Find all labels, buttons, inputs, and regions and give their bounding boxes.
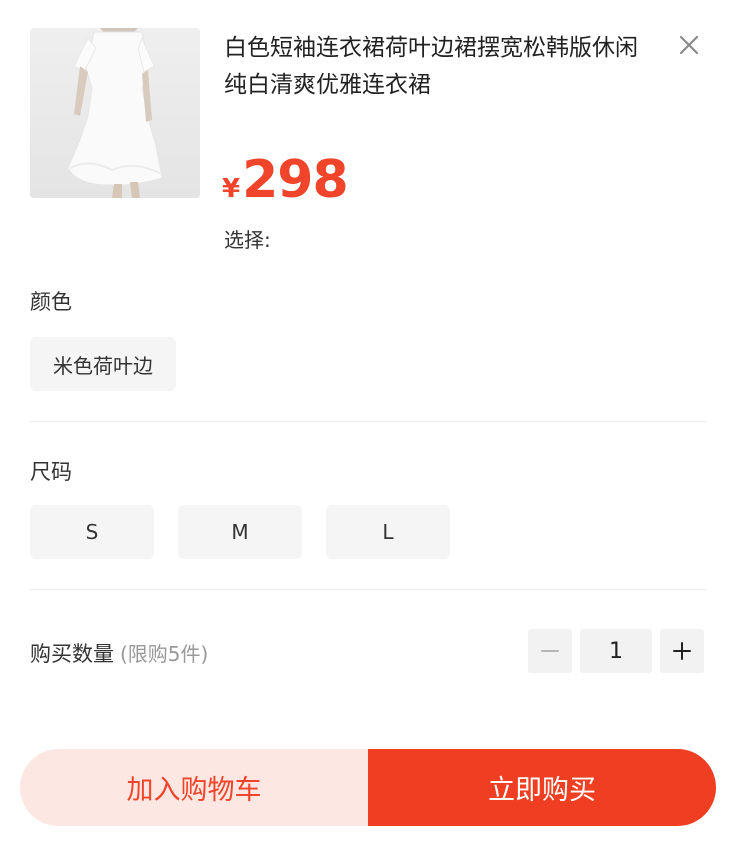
selection-summary: 选择: [224, 228, 271, 252]
close-icon[interactable] [679, 35, 699, 55]
currency-symbol: ¥ [222, 174, 241, 204]
minus-icon[interactable] [539, 640, 561, 662]
product-price: ¥ 298 [222, 150, 349, 210]
divider [30, 421, 706, 422]
decrease-button[interactable] [528, 629, 572, 673]
quantity-label: 购买数量 (限购5件) [30, 638, 208, 668]
divider [30, 589, 706, 590]
quantity-title: 购买数量 [30, 642, 114, 666]
add-to-cart-button[interactable]: 加入购物车 [20, 749, 368, 826]
product-title: 白色短袖连衣裙荷叶边裙摆宽松韩版休闲纯白清爽优雅连衣裙 [224, 35, 638, 98]
color-section-title: 颜色 [30, 290, 72, 314]
buy-now-button[interactable]: 立即购买 [368, 749, 716, 826]
size-option-m[interactable]: M [178, 505, 302, 559]
purchase-limit: (限购5件) [120, 642, 209, 666]
price-value: 298 [242, 150, 349, 210]
close-button[interactable] [672, 28, 706, 62]
quantity-value[interactable]: 1 [580, 629, 652, 673]
action-bar: 加入购物车 立即购买 [20, 749, 716, 826]
size-section-title: 尺码 [30, 460, 72, 484]
color-option-beige-ruffle[interactable]: 米色荷叶边 [30, 337, 176, 391]
size-option-l[interactable]: L [326, 505, 450, 559]
sku-selection-sheet: 白色短袖连衣裙荷叶边裙摆宽松韩版休闲纯白清爽优雅连衣裙 ¥ 298 选择: 颜色… [0, 0, 734, 847]
quantity-stepper: 1 [528, 629, 704, 673]
plus-icon[interactable] [671, 640, 693, 662]
size-option-s[interactable]: S [30, 505, 154, 559]
increase-button[interactable] [660, 629, 704, 673]
product-image [30, 28, 200, 198]
